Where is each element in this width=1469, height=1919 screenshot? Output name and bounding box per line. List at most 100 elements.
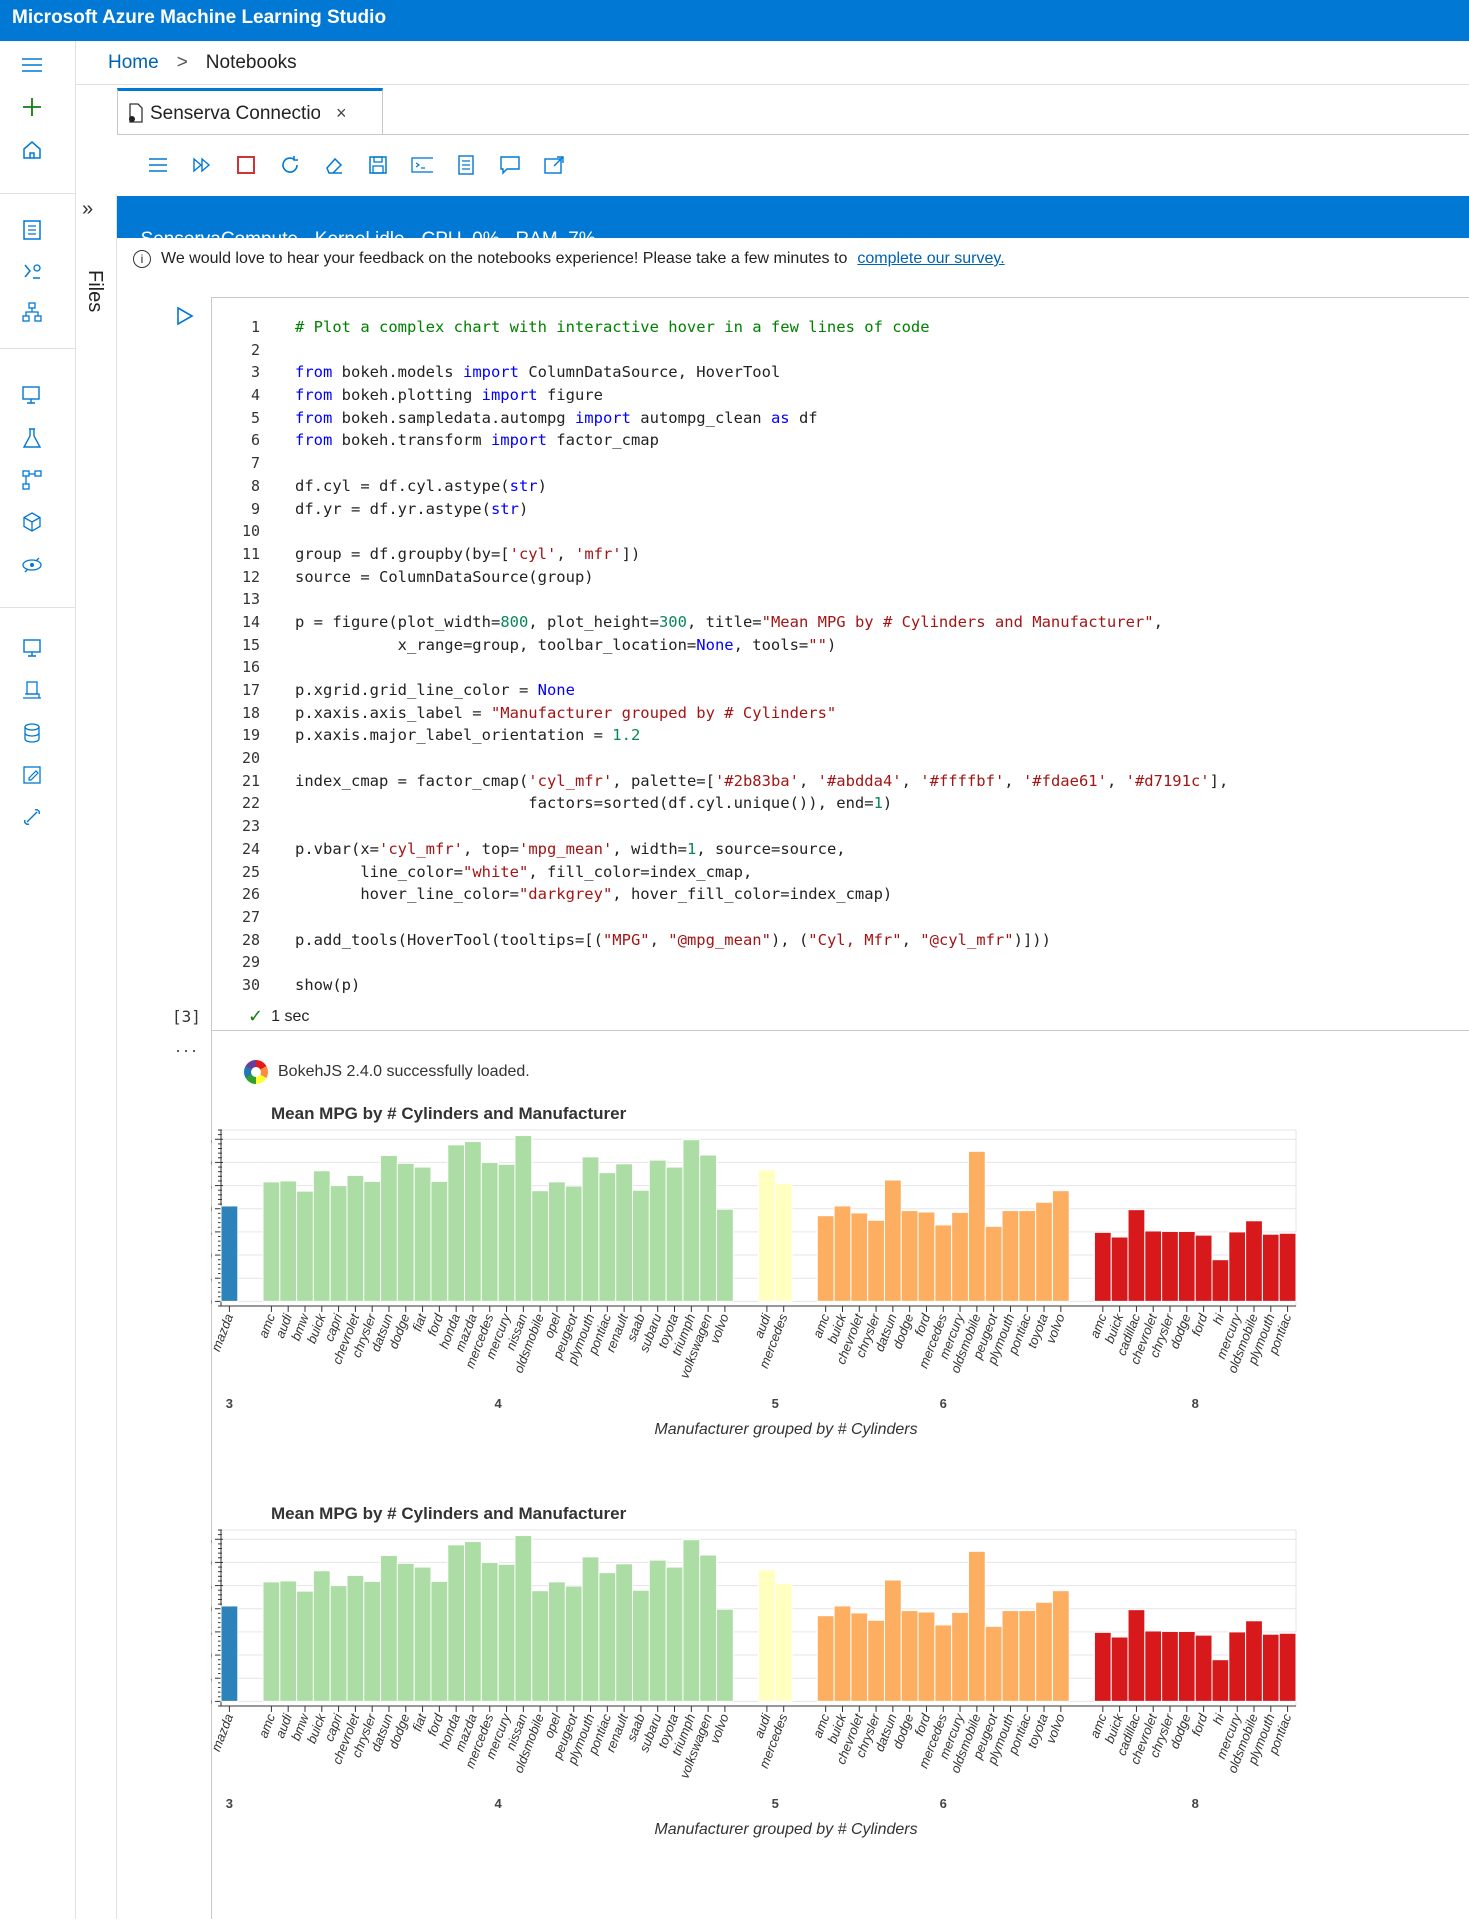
bar (774, 1583, 793, 1702)
x-tick-label: mazda (211, 1312, 236, 1354)
save-icon[interactable] (367, 154, 389, 176)
line-number: 8 (250, 476, 260, 495)
line-number: 25 (241, 862, 260, 881)
code-line: p.xaxis.axis_label = "Manufacturer group… (295, 703, 837, 722)
code-line: p.xaxis.major_label_orientation = 1.2 (295, 726, 641, 745)
bar (1127, 1609, 1146, 1702)
app-title-bar: Microsoft Azure Machine Learning Studio (0, 0, 1469, 41)
bar (430, 1180, 449, 1302)
bar (1261, 1633, 1280, 1702)
line-number: 6 (250, 431, 260, 450)
group-label: 8 (1192, 1396, 1199, 1411)
tab-notebook[interactable]: Senserva Connection × (117, 88, 383, 135)
environments-icon[interactable] (18, 677, 46, 705)
bar (1177, 1630, 1196, 1702)
x-tick-label: ford (1188, 1311, 1210, 1338)
clear-icon[interactable] (323, 154, 345, 176)
bar (464, 1541, 482, 1702)
bar (648, 1559, 667, 1702)
breadcrumb-current: Notebooks (205, 52, 297, 73)
line-number: 29 (241, 953, 260, 972)
bar (548, 1181, 566, 1302)
line-number: 10 (241, 522, 260, 541)
plus-icon[interactable] (18, 93, 46, 121)
bar (833, 1205, 852, 1302)
run-cell-button[interactable] (176, 306, 196, 326)
compute-icon[interactable] (18, 634, 46, 662)
bar (1018, 1210, 1037, 1302)
line-number: 17 (241, 681, 260, 699)
linked-services-icon[interactable] (18, 803, 46, 831)
bar (346, 1174, 365, 1302)
line-number: 7 (250, 454, 260, 473)
home-icon[interactable] (18, 136, 46, 164)
menu-icon[interactable] (147, 154, 169, 176)
experiments-icon[interactable] (18, 424, 46, 452)
files-pane-label[interactable]: Files (83, 270, 106, 312)
expand-file-pane-button[interactable]: » (82, 198, 93, 221)
automl-icon[interactable] (18, 258, 46, 286)
execution-count: [3] (172, 1007, 201, 1026)
bar (774, 1183, 793, 1302)
line-number: 26 (241, 885, 260, 904)
bar (917, 1611, 936, 1702)
breadcrumb-separator: > (176, 52, 188, 73)
bar (951, 1611, 969, 1702)
x-axis-label: Manufacturer grouped by # Cylinders (654, 1421, 917, 1438)
rail-divider (0, 348, 76, 349)
app-title: Microsoft Azure Machine Learning Studio (12, 7, 387, 28)
datastores-icon[interactable] (18, 719, 46, 747)
bar (220, 1205, 239, 1302)
tab-close-button[interactable]: × (336, 103, 347, 124)
bar-chart-2[interactable]: 05101520253035mazda3amcaudibmwbuickcapri… (211, 1528, 1311, 1888)
hamburger-icon[interactable] (18, 51, 46, 79)
bar (716, 1608, 734, 1702)
models-icon[interactable] (18, 508, 46, 536)
expand-icon[interactable] (543, 154, 565, 176)
survey-link[interactable]: complete our survey. (857, 250, 1004, 268)
endpoints-icon[interactable] (18, 551, 46, 579)
run-all-icon[interactable] (191, 154, 213, 176)
y-tick-label: 35 (211, 1132, 212, 1147)
line-number: 28 (241, 930, 260, 949)
bar (380, 1554, 398, 1702)
bar (480, 1561, 499, 1702)
line-number: 15 (241, 635, 260, 654)
code-editor[interactable]: # Plot a complex chart with interactive … (295, 316, 1228, 997)
bar (951, 1211, 969, 1302)
bar (850, 1612, 869, 1702)
datasets-icon[interactable] (18, 381, 46, 409)
comment-icon[interactable] (499, 154, 521, 176)
y-tick-label: 25 (211, 1579, 212, 1594)
restart-icon[interactable] (279, 154, 301, 176)
info-icon: i (133, 250, 151, 268)
breadcrumb-home[interactable]: Home (108, 52, 159, 74)
bar (531, 1590, 550, 1702)
output-menu-icon[interactable]: ··· (175, 1040, 199, 1061)
designer-icon[interactable] (18, 298, 46, 326)
kernel-status[interactable]: SenservaCompute · Kernel idle · CPU 0% R… (141, 229, 596, 250)
group-label: 4 (495, 1396, 503, 1411)
terminal-icon[interactable] (411, 154, 433, 176)
pipelines-icon[interactable] (18, 466, 46, 494)
y-tick-label: 35 (211, 1532, 212, 1547)
line-numbers: 1 2 3 4 5 6 7 8 9 10 11 12 13 14 15 16 17 18 19 20 21 22 23 24 2… (230, 316, 260, 997)
labeling-icon[interactable] (18, 761, 46, 789)
y-tick-label: 0 (211, 1694, 212, 1709)
notes-icon[interactable] (455, 154, 477, 176)
tab-divider (117, 134, 1469, 135)
bar (514, 1135, 533, 1302)
notebook-icon[interactable] (18, 216, 46, 244)
notebook-toolbar (147, 150, 565, 180)
stop-icon[interactable] (235, 154, 257, 176)
line-number: 2 (250, 340, 260, 359)
bar (1110, 1236, 1129, 1302)
bar-chart-1[interactable]: 05101520253035mazda3amcaudibmwbuickcapri… (211, 1128, 1311, 1488)
bar (900, 1210, 919, 1302)
